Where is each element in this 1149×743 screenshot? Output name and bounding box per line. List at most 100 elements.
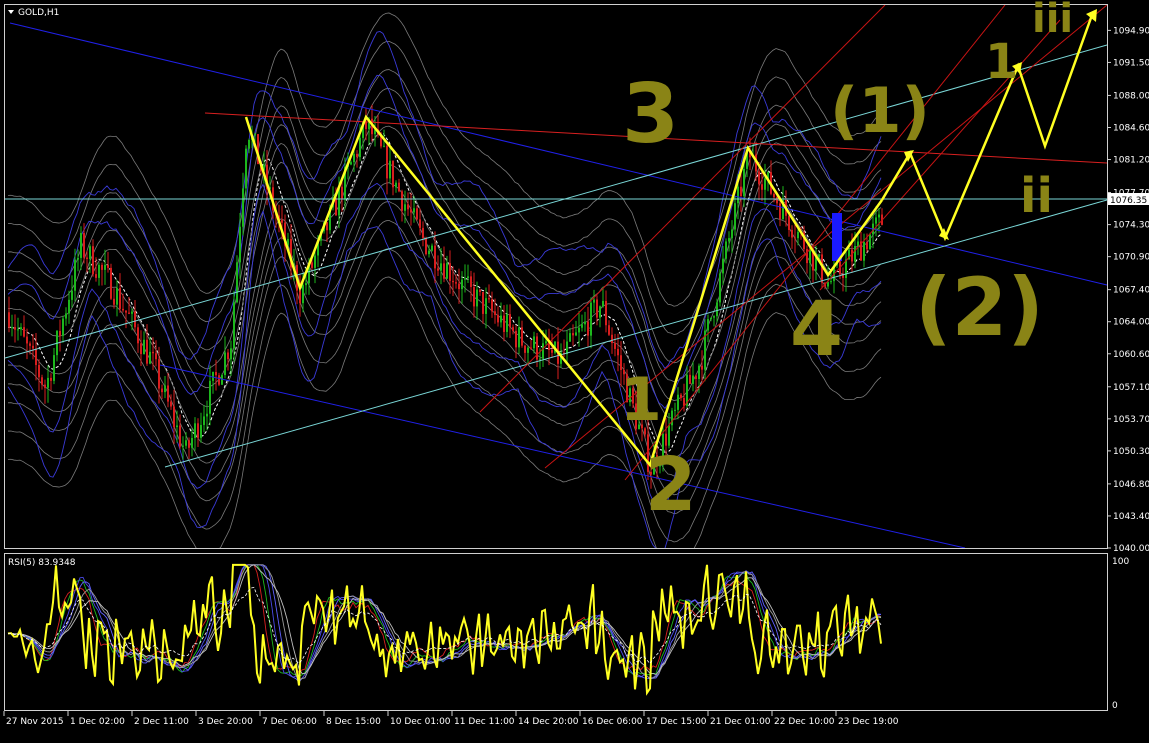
time-tick-label: 1 Dec 02:00 — [70, 717, 125, 727]
candle-body — [569, 333, 571, 342]
candle-body — [518, 327, 520, 348]
candle-body — [104, 264, 106, 270]
candle-body — [404, 204, 406, 211]
time-tick-label: 3 Dec 20:00 — [198, 717, 253, 727]
candle-body — [818, 254, 820, 258]
candle-body — [584, 321, 586, 325]
candle-body — [353, 153, 355, 163]
candle-body — [335, 198, 337, 216]
blue-channel-lower[interactable] — [159, 364, 966, 548]
candle-body — [449, 263, 451, 281]
envelope-band-line — [7, 201, 882, 496]
candle-body — [194, 423, 196, 438]
candle-body — [137, 327, 139, 344]
price-tick-label: 1040.00 — [1113, 544, 1149, 554]
price-tick-label: 1091.50 — [1113, 58, 1149, 68]
candle-body — [521, 327, 523, 346]
label-wave-iii: iii — [1032, 0, 1073, 42]
candle-body — [395, 182, 397, 188]
candle-body — [590, 302, 592, 336]
time-tick-label: 2 Dec 11:00 — [134, 717, 189, 727]
candle-body — [602, 300, 604, 307]
candle-body — [791, 229, 793, 238]
price-tick-label: 1053.70 — [1113, 415, 1149, 425]
time-tick-label: 16 Dec 06:00 — [582, 717, 643, 727]
candle-body — [44, 384, 46, 388]
time-axis: 27 Nov 2015 1 Dec 02:00 2 Dec 11:00 3 Dec 2… — [3, 711, 899, 727]
current-price-label: 1076.35 — [1110, 196, 1147, 206]
candle-body — [452, 280, 454, 283]
triangle-down-icon[interactable] — [8, 10, 14, 14]
price-tick-label: 1074.30 — [1113, 221, 1149, 231]
candle-body — [41, 377, 43, 385]
candle-body — [59, 330, 61, 336]
candle-body — [233, 302, 235, 349]
candle-body — [605, 300, 607, 326]
candle-body — [773, 193, 775, 198]
rsi-tick-0: 0 — [1112, 701, 1118, 711]
candle-body — [494, 311, 496, 315]
candle-body — [230, 348, 232, 360]
candle-body — [215, 371, 217, 376]
candle-body — [83, 233, 85, 258]
candle-body — [467, 276, 469, 279]
candle-body — [389, 160, 391, 179]
candle-body — [47, 377, 49, 388]
rsi-tick-100: 100 — [1112, 557, 1129, 567]
candle-body — [725, 241, 727, 259]
candle-body — [461, 279, 463, 290]
candle-body — [761, 184, 763, 190]
candle-body — [383, 145, 385, 147]
red-channel-1[interactable] — [624, 5, 1006, 481]
candle-body — [77, 257, 79, 260]
chart-canvas[interactable]: 3 1 2 4 (1) (2) 1 ii iii GOLD,H1 1094.90… — [0, 0, 1149, 743]
price-tick-label: 1050.30 — [1113, 447, 1149, 457]
candle-body — [737, 186, 739, 204]
candle-body — [524, 345, 526, 353]
candle-body — [593, 299, 595, 303]
envelope-band-line — [7, 163, 882, 458]
label-wave-1: 1 — [620, 365, 662, 435]
candle-body — [506, 314, 508, 332]
candle-body — [674, 409, 676, 411]
candle-body — [437, 268, 439, 271]
candle-body — [794, 237, 796, 239]
candle-body — [575, 332, 577, 336]
rsi-title: RSI(5) 83.9348 — [8, 558, 76, 568]
candle-body — [392, 160, 394, 188]
candle-body — [314, 255, 316, 268]
candle-body — [179, 425, 181, 447]
candle-body — [95, 274, 97, 278]
candle-body — [455, 282, 457, 284]
candle-body — [542, 343, 544, 359]
candle-body — [716, 302, 718, 317]
price-axis: 1094.901091.501088.001084.601081.201077.… — [1107, 26, 1149, 554]
candle-body — [128, 312, 130, 314]
candle-body — [500, 315, 502, 323]
candle-body — [407, 204, 409, 210]
time-tick-label: 7 Dec 06:00 — [262, 717, 317, 727]
candle-body — [89, 246, 91, 259]
candle-body — [869, 234, 871, 250]
candle-body — [488, 298, 490, 300]
price-tick-label: 1084.60 — [1113, 123, 1149, 133]
candle-body — [113, 298, 115, 305]
candle-body — [401, 191, 403, 211]
candle-body — [26, 336, 28, 344]
candle-body — [695, 375, 697, 379]
candle-body — [698, 365, 700, 379]
candle-body — [110, 267, 112, 299]
candle-body — [17, 329, 19, 331]
candle-body — [503, 315, 505, 332]
candle-body — [473, 287, 475, 307]
time-tick-label: 11 Dec 11:00 — [454, 717, 515, 727]
envelope-band-line — [7, 248, 882, 543]
candle-body — [152, 351, 154, 354]
highlight-box — [832, 213, 842, 261]
candle-body — [116, 288, 118, 305]
candle-body — [671, 410, 673, 426]
red-channel-4[interactable] — [819, 19, 1061, 291]
candle-body — [431, 245, 433, 251]
candle-body — [359, 137, 361, 158]
candle-body — [740, 186, 742, 197]
